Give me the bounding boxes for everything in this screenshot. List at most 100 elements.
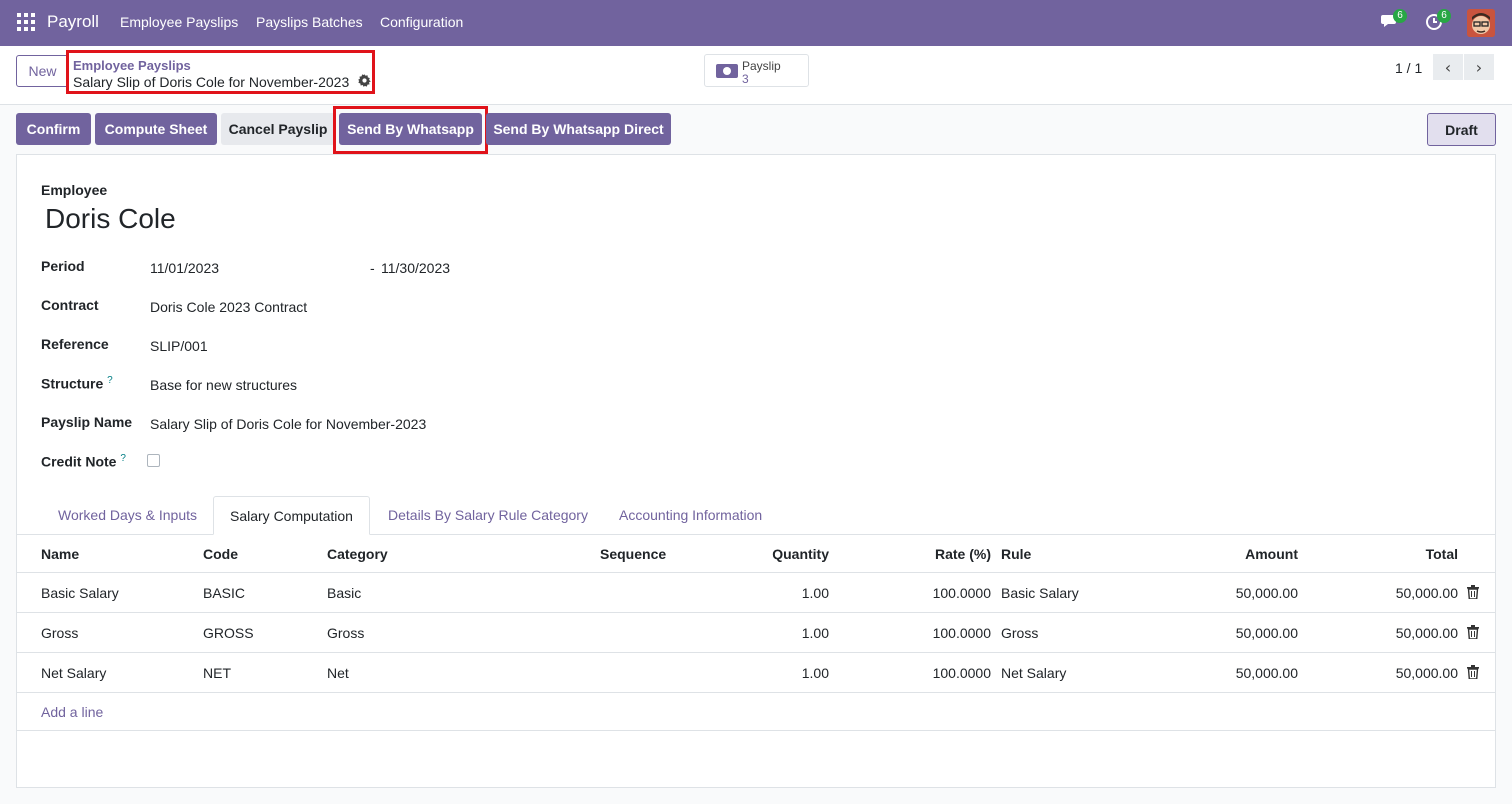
menu-employee-payslips[interactable]: Employee Payslips bbox=[120, 14, 238, 30]
contract-field[interactable]: Doris Cole 2023 Contract bbox=[150, 299, 307, 315]
col-amount[interactable]: Amount bbox=[1197, 546, 1298, 562]
cancel-payslip-button[interactable]: Cancel Payslip bbox=[221, 113, 335, 145]
reference-label: Reference bbox=[41, 336, 109, 352]
col-name[interactable]: Name bbox=[41, 546, 79, 562]
menu-payslips-batches[interactable]: Payslips Batches bbox=[256, 14, 363, 30]
app-brand[interactable]: Payroll bbox=[47, 12, 99, 32]
user-avatar[interactable] bbox=[1467, 9, 1495, 37]
smart-button-label: Payslip bbox=[742, 59, 781, 73]
cell-rate: 100.0000 bbox=[932, 585, 991, 601]
menu-configuration[interactable]: Configuration bbox=[380, 14, 463, 30]
payslip-name-field[interactable]: Salary Slip of Doris Cole for November-2… bbox=[150, 416, 426, 432]
cell-name: Net Salary bbox=[41, 665, 107, 681]
structure-label-text: Structure bbox=[41, 375, 104, 392]
control-panel: New Employee Payslips Salary Slip of Dor… bbox=[0, 46, 1512, 105]
reference-field[interactable]: SLIP/001 bbox=[150, 338, 208, 354]
top-navbar: Payroll Employee Payslips Payslips Batch… bbox=[0, 0, 1512, 46]
period-from-field[interactable]: 11/01/2023 bbox=[150, 260, 219, 276]
add-a-line-link[interactable]: Add a line bbox=[41, 704, 103, 720]
table-row[interactable]: Gross GROSS Gross 1.00 100.0000 Gross 50… bbox=[17, 613, 1495, 653]
employee-name-field[interactable]: Doris Cole bbox=[45, 203, 176, 235]
cell-rule: Basic Salary bbox=[1001, 585, 1079, 601]
cell-quantity: 1.00 bbox=[801, 585, 829, 601]
pager-value[interactable]: 1 / 1 bbox=[1395, 60, 1422, 76]
trash-icon[interactable] bbox=[1467, 665, 1479, 679]
tab-details-by-salary-rule-category[interactable]: Details By Salary Rule Category bbox=[372, 496, 604, 535]
col-total[interactable]: Total bbox=[1357, 546, 1458, 562]
send-by-whatsapp-direct-button[interactable]: Send By Whatsapp Direct bbox=[486, 113, 671, 145]
structure-label: Structure ? bbox=[41, 375, 113, 392]
period-separator: - bbox=[370, 260, 375, 276]
apps-grid-icon[interactable] bbox=[17, 13, 35, 31]
col-quantity[interactable]: Quantity bbox=[729, 546, 829, 562]
activities-button[interactable]: 6 bbox=[1425, 9, 1451, 32]
credit-note-label: Credit Note ? bbox=[41, 453, 126, 470]
gear-icon[interactable] bbox=[358, 74, 371, 90]
breadcrumb: Employee Payslips Salary Slip of Doris C… bbox=[66, 50, 375, 94]
add-line-row bbox=[17, 693, 1495, 731]
table-row[interactable]: Basic Salary BASIC Basic 1.00 100.0000 B… bbox=[17, 573, 1495, 613]
messages-badge: 6 bbox=[1393, 9, 1407, 23]
credit-note-checkbox[interactable] bbox=[147, 454, 160, 467]
contract-label: Contract bbox=[41, 297, 99, 313]
breadcrumb-current: Salary Slip of Doris Cole for November-2… bbox=[73, 74, 350, 90]
col-rate[interactable]: Rate (%) bbox=[891, 546, 991, 562]
send-by-whatsapp-button[interactable]: Send By Whatsapp bbox=[339, 113, 482, 145]
cell-code: NET bbox=[203, 665, 231, 681]
tab-salary-computation[interactable]: Salary Computation bbox=[213, 496, 370, 535]
cell-code: GROSS bbox=[203, 625, 254, 641]
payslip-smart-button[interactable]: Payslip 3 bbox=[704, 54, 809, 87]
payslip-name-label: Payslip Name bbox=[41, 414, 133, 430]
messages-button[interactable]: 6 bbox=[1381, 9, 1407, 32]
structure-field[interactable]: Base for new structures bbox=[150, 377, 297, 393]
trash-icon[interactable] bbox=[1467, 585, 1479, 599]
period-to-field[interactable]: 11/30/2023 bbox=[381, 260, 450, 276]
compute-sheet-button[interactable]: Compute Sheet bbox=[95, 113, 217, 145]
tab-worked-days-inputs[interactable]: Worked Days & Inputs bbox=[42, 496, 213, 535]
help-icon[interactable]: ? bbox=[107, 375, 113, 386]
breadcrumb-parent-link[interactable]: Employee Payslips bbox=[73, 58, 191, 73]
chevron-right-icon: › bbox=[1475, 57, 1483, 77]
cell-rate: 100.0000 bbox=[932, 665, 991, 681]
new-button[interactable]: New bbox=[16, 55, 69, 87]
pager-next-button[interactable]: › bbox=[1464, 54, 1494, 80]
cell-name: Gross bbox=[41, 625, 79, 641]
chevron-left-icon: ‹ bbox=[1444, 57, 1452, 77]
money-bill-icon bbox=[716, 64, 738, 78]
cell-total: 50,000.00 bbox=[1395, 585, 1458, 601]
cell-amount: 50,000.00 bbox=[1235, 625, 1298, 641]
notebook-tabs: Worked Days & Inputs Salary Computation … bbox=[17, 496, 1495, 535]
avatar-face-icon bbox=[1467, 9, 1495, 37]
pager-previous-button[interactable]: ‹ bbox=[1433, 54, 1463, 80]
cell-quantity: 1.00 bbox=[801, 625, 829, 641]
trash-icon[interactable] bbox=[1467, 625, 1479, 639]
cell-category: Basic bbox=[327, 585, 362, 601]
form-sheet: Employee Doris Cole Period 11/01/2023 - … bbox=[16, 154, 1496, 788]
cell-quantity: 1.00 bbox=[801, 665, 829, 681]
cell-category: Net bbox=[327, 665, 349, 681]
table-row[interactable]: Net Salary NET Net 1.00 100.0000 Net Sal… bbox=[17, 653, 1495, 693]
credit-note-label-text: Credit Note bbox=[41, 453, 117, 470]
cell-code: BASIC bbox=[203, 585, 246, 601]
cell-rate: 100.0000 bbox=[932, 625, 991, 641]
cell-total: 50,000.00 bbox=[1395, 665, 1458, 681]
tab-accounting-information[interactable]: Accounting Information bbox=[603, 496, 778, 535]
smart-button-count: 3 bbox=[742, 72, 749, 86]
cell-rule: Net Salary bbox=[1001, 665, 1067, 681]
col-code[interactable]: Code bbox=[203, 546, 238, 562]
cell-name: Basic Salary bbox=[41, 585, 119, 601]
cell-amount: 50,000.00 bbox=[1235, 585, 1298, 601]
period-label: Period bbox=[41, 258, 85, 274]
col-rule[interactable]: Rule bbox=[1001, 546, 1031, 562]
status-draft[interactable]: Draft bbox=[1427, 113, 1496, 146]
cell-amount: 50,000.00 bbox=[1235, 665, 1298, 681]
employee-label: Employee bbox=[41, 182, 108, 198]
col-sequence[interactable]: Sequence bbox=[600, 546, 666, 562]
col-category[interactable]: Category bbox=[327, 546, 388, 562]
table-header: Name Code Category Sequence Quantity Rat… bbox=[17, 535, 1495, 573]
confirm-button[interactable]: Confirm bbox=[16, 113, 91, 145]
cell-total: 50,000.00 bbox=[1395, 625, 1458, 641]
help-icon[interactable]: ? bbox=[120, 453, 126, 464]
cell-category: Gross bbox=[327, 625, 365, 641]
cell-rule: Gross bbox=[1001, 625, 1039, 641]
